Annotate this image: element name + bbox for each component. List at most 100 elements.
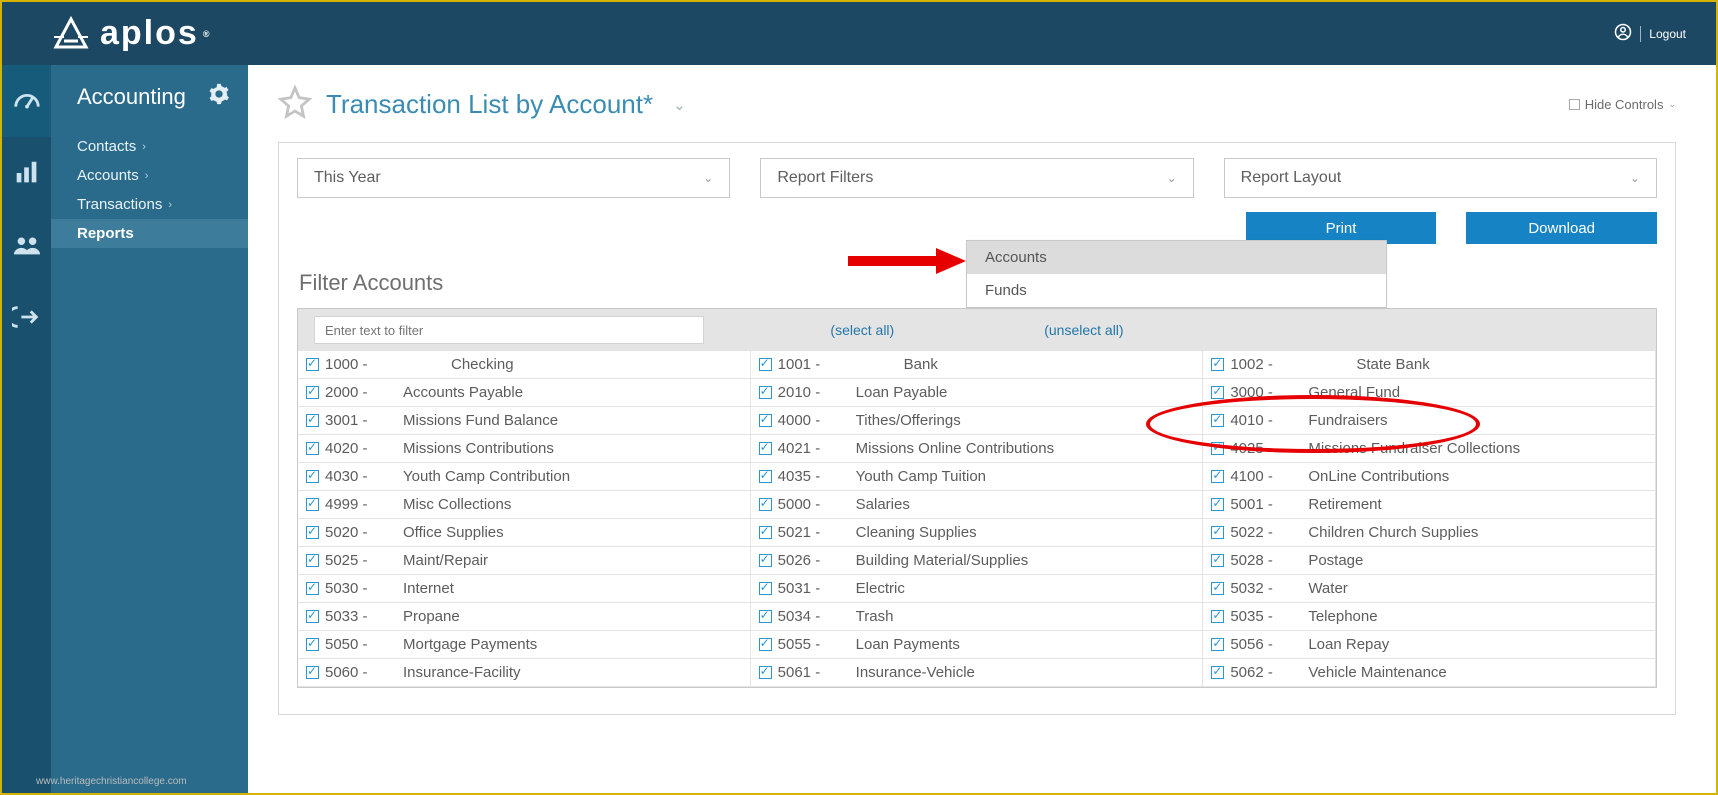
account-cell[interactable]: 5035 -Telephone: [1203, 603, 1656, 631]
logo: aplos®: [50, 13, 211, 55]
checkbox-icon: [1569, 99, 1580, 110]
checkbox-icon: [306, 386, 319, 399]
chevron-down-icon: ⌄: [1630, 171, 1640, 185]
account-cell[interactable]: 4999 -Misc Collections: [298, 491, 751, 519]
account-cell[interactable]: 5033 -Propane: [298, 603, 751, 631]
account-cell[interactable]: 5000 -Salaries: [751, 491, 1204, 519]
dropdown-item-accounts[interactable]: Accounts: [967, 241, 1386, 274]
account-cell[interactable]: 5030 -Internet: [298, 575, 751, 603]
account-cell[interactable]: 4020 -Missions Contributions: [298, 435, 751, 463]
account-cell[interactable]: 4100 -OnLine Contributions: [1203, 463, 1656, 491]
checkbox-icon: [759, 358, 772, 371]
chevron-down-icon[interactable]: ⌄: [673, 96, 686, 114]
report-filters-label: Report Filters: [777, 169, 873, 187]
account-cell[interactable]: 4000 -Tithes/Offerings: [751, 407, 1204, 435]
account-cell[interactable]: 5026 -Building Material/Supplies: [751, 547, 1204, 575]
logo-text: aplos: [100, 14, 199, 53]
rail-item-export[interactable]: [2, 281, 51, 353]
filter-head: (select all) (unselect all): [298, 309, 1656, 351]
select-all-link[interactable]: (select all): [830, 322, 894, 338]
report-filters-select[interactable]: Report Filters ⌄: [760, 158, 1193, 198]
checkbox-icon: [759, 470, 772, 483]
sidebar: Accounting Contacts›Accounts›Transaction…: [51, 65, 248, 793]
rail-item-people[interactable]: [2, 209, 51, 281]
account-cell[interactable]: 5028 -Postage: [1203, 547, 1656, 575]
account-cell[interactable]: 5031 -Electric: [751, 575, 1204, 603]
account-cell[interactable]: 1002 -State Bank: [1203, 351, 1656, 379]
period-select[interactable]: This Year ⌄: [297, 158, 730, 198]
checkbox-icon: [306, 610, 319, 623]
gear-icon[interactable]: [208, 83, 230, 110]
sidebar-header: Accounting: [51, 83, 248, 132]
account-cell[interactable]: 5056 -Loan Repay: [1203, 631, 1656, 659]
title-row: Transaction List by Account* ⌄ Hide Cont…: [278, 85, 1676, 124]
account-cell[interactable]: 2000 -Accounts Payable: [298, 379, 751, 407]
sidebar-item-reports[interactable]: Reports: [51, 219, 248, 248]
topbar: aplos® Logout: [2, 2, 1716, 65]
sidebar-item-transactions[interactable]: Transactions›: [51, 190, 248, 219]
account-cell[interactable]: 4021 -Missions Online Contributions: [751, 435, 1204, 463]
account-cell[interactable]: 3000 -General Fund: [1203, 379, 1656, 407]
account-cell[interactable]: 1000 -Checking: [298, 351, 751, 379]
page-title: Transaction List by Account*: [326, 89, 653, 120]
report-filters-dropdown: Accounts Funds: [966, 240, 1387, 308]
chevron-down-icon: ⌄: [1668, 99, 1676, 110]
account-cell[interactable]: 5032 -Water: [1203, 575, 1656, 603]
checkbox-icon: [1211, 526, 1224, 539]
account-cell[interactable]: 1001 -Bank: [751, 351, 1204, 379]
account-cell[interactable]: 5020 -Office Supplies: [298, 519, 751, 547]
nav-rail: [2, 65, 51, 793]
dropdown-item-funds[interactable]: Funds: [967, 274, 1386, 307]
account-cell[interactable]: 4025 -Missions Fundraiser Collections: [1203, 435, 1656, 463]
account-cell[interactable]: 5055 -Loan Payments: [751, 631, 1204, 659]
watermark: www.heritagechristiancollege.com: [36, 776, 187, 787]
user-icon[interactable]: [1614, 23, 1632, 44]
logout-link[interactable]: Logout: [1649, 27, 1686, 41]
account-cell[interactable]: 5061 -Insurance-Vehicle: [751, 659, 1204, 687]
checkbox-icon: [759, 638, 772, 651]
account-cell[interactable]: 5050 -Mortgage Payments: [298, 631, 751, 659]
filter-input[interactable]: [314, 316, 704, 344]
account-cell[interactable]: 5025 -Maint/Repair: [298, 547, 751, 575]
checkbox-icon: [759, 526, 772, 539]
checkbox-icon: [759, 414, 772, 427]
account-cell[interactable]: 4030 -Youth Camp Contribution: [298, 463, 751, 491]
download-button[interactable]: Download: [1466, 212, 1657, 244]
hide-controls-toggle[interactable]: Hide Controls ⌄: [1569, 97, 1676, 112]
account-cell[interactable]: 5034 -Trash: [751, 603, 1204, 631]
period-select-label: This Year: [314, 169, 381, 187]
unselect-all-link[interactable]: (unselect all): [1044, 322, 1123, 338]
checkbox-icon: [1211, 470, 1224, 483]
account-cell[interactable]: 5062 -Vehicle Maintenance: [1203, 659, 1656, 687]
account-cell[interactable]: 4035 -Youth Camp Tuition: [751, 463, 1204, 491]
account-cell[interactable]: 5001 -Retirement: [1203, 491, 1656, 519]
account-cell[interactable]: 4010 -Fundraisers: [1203, 407, 1656, 435]
account-cell[interactable]: 2010 -Loan Payable: [751, 379, 1204, 407]
checkbox-icon: [1211, 610, 1224, 623]
account-cell[interactable]: 5022 -Children Church Supplies: [1203, 519, 1656, 547]
checkbox-icon: [306, 358, 319, 371]
account-cell[interactable]: 5060 -Insurance-Facility: [298, 659, 751, 687]
checkbox-icon: [1211, 358, 1224, 371]
sidebar-item-contacts[interactable]: Contacts›: [51, 132, 248, 161]
checkbox-icon: [1211, 414, 1224, 427]
checkbox-icon: [306, 470, 319, 483]
main: Accounting Contacts›Accounts›Transaction…: [2, 65, 1716, 793]
account-cell[interactable]: 5021 -Cleaning Supplies: [751, 519, 1204, 547]
checkbox-icon: [1211, 442, 1224, 455]
report-layout-select[interactable]: Report Layout ⌄: [1224, 158, 1657, 198]
star-icon[interactable]: [278, 85, 312, 124]
checkbox-icon: [759, 498, 772, 511]
checkbox-icon: [306, 414, 319, 427]
checkbox-icon: [1211, 554, 1224, 567]
checkbox-icon: [1211, 638, 1224, 651]
checkbox-icon: [306, 554, 319, 567]
logo-icon: [50, 13, 92, 55]
checkbox-icon: [759, 554, 772, 567]
rail-item-dashboard[interactable]: [2, 65, 51, 137]
account-cell[interactable]: 3001 -Missions Fund Balance: [298, 407, 751, 435]
sidebar-item-accounts[interactable]: Accounts›: [51, 161, 248, 190]
checkbox-icon: [306, 666, 319, 679]
checkbox-icon: [1211, 666, 1224, 679]
rail-item-reports[interactable]: [2, 137, 51, 209]
